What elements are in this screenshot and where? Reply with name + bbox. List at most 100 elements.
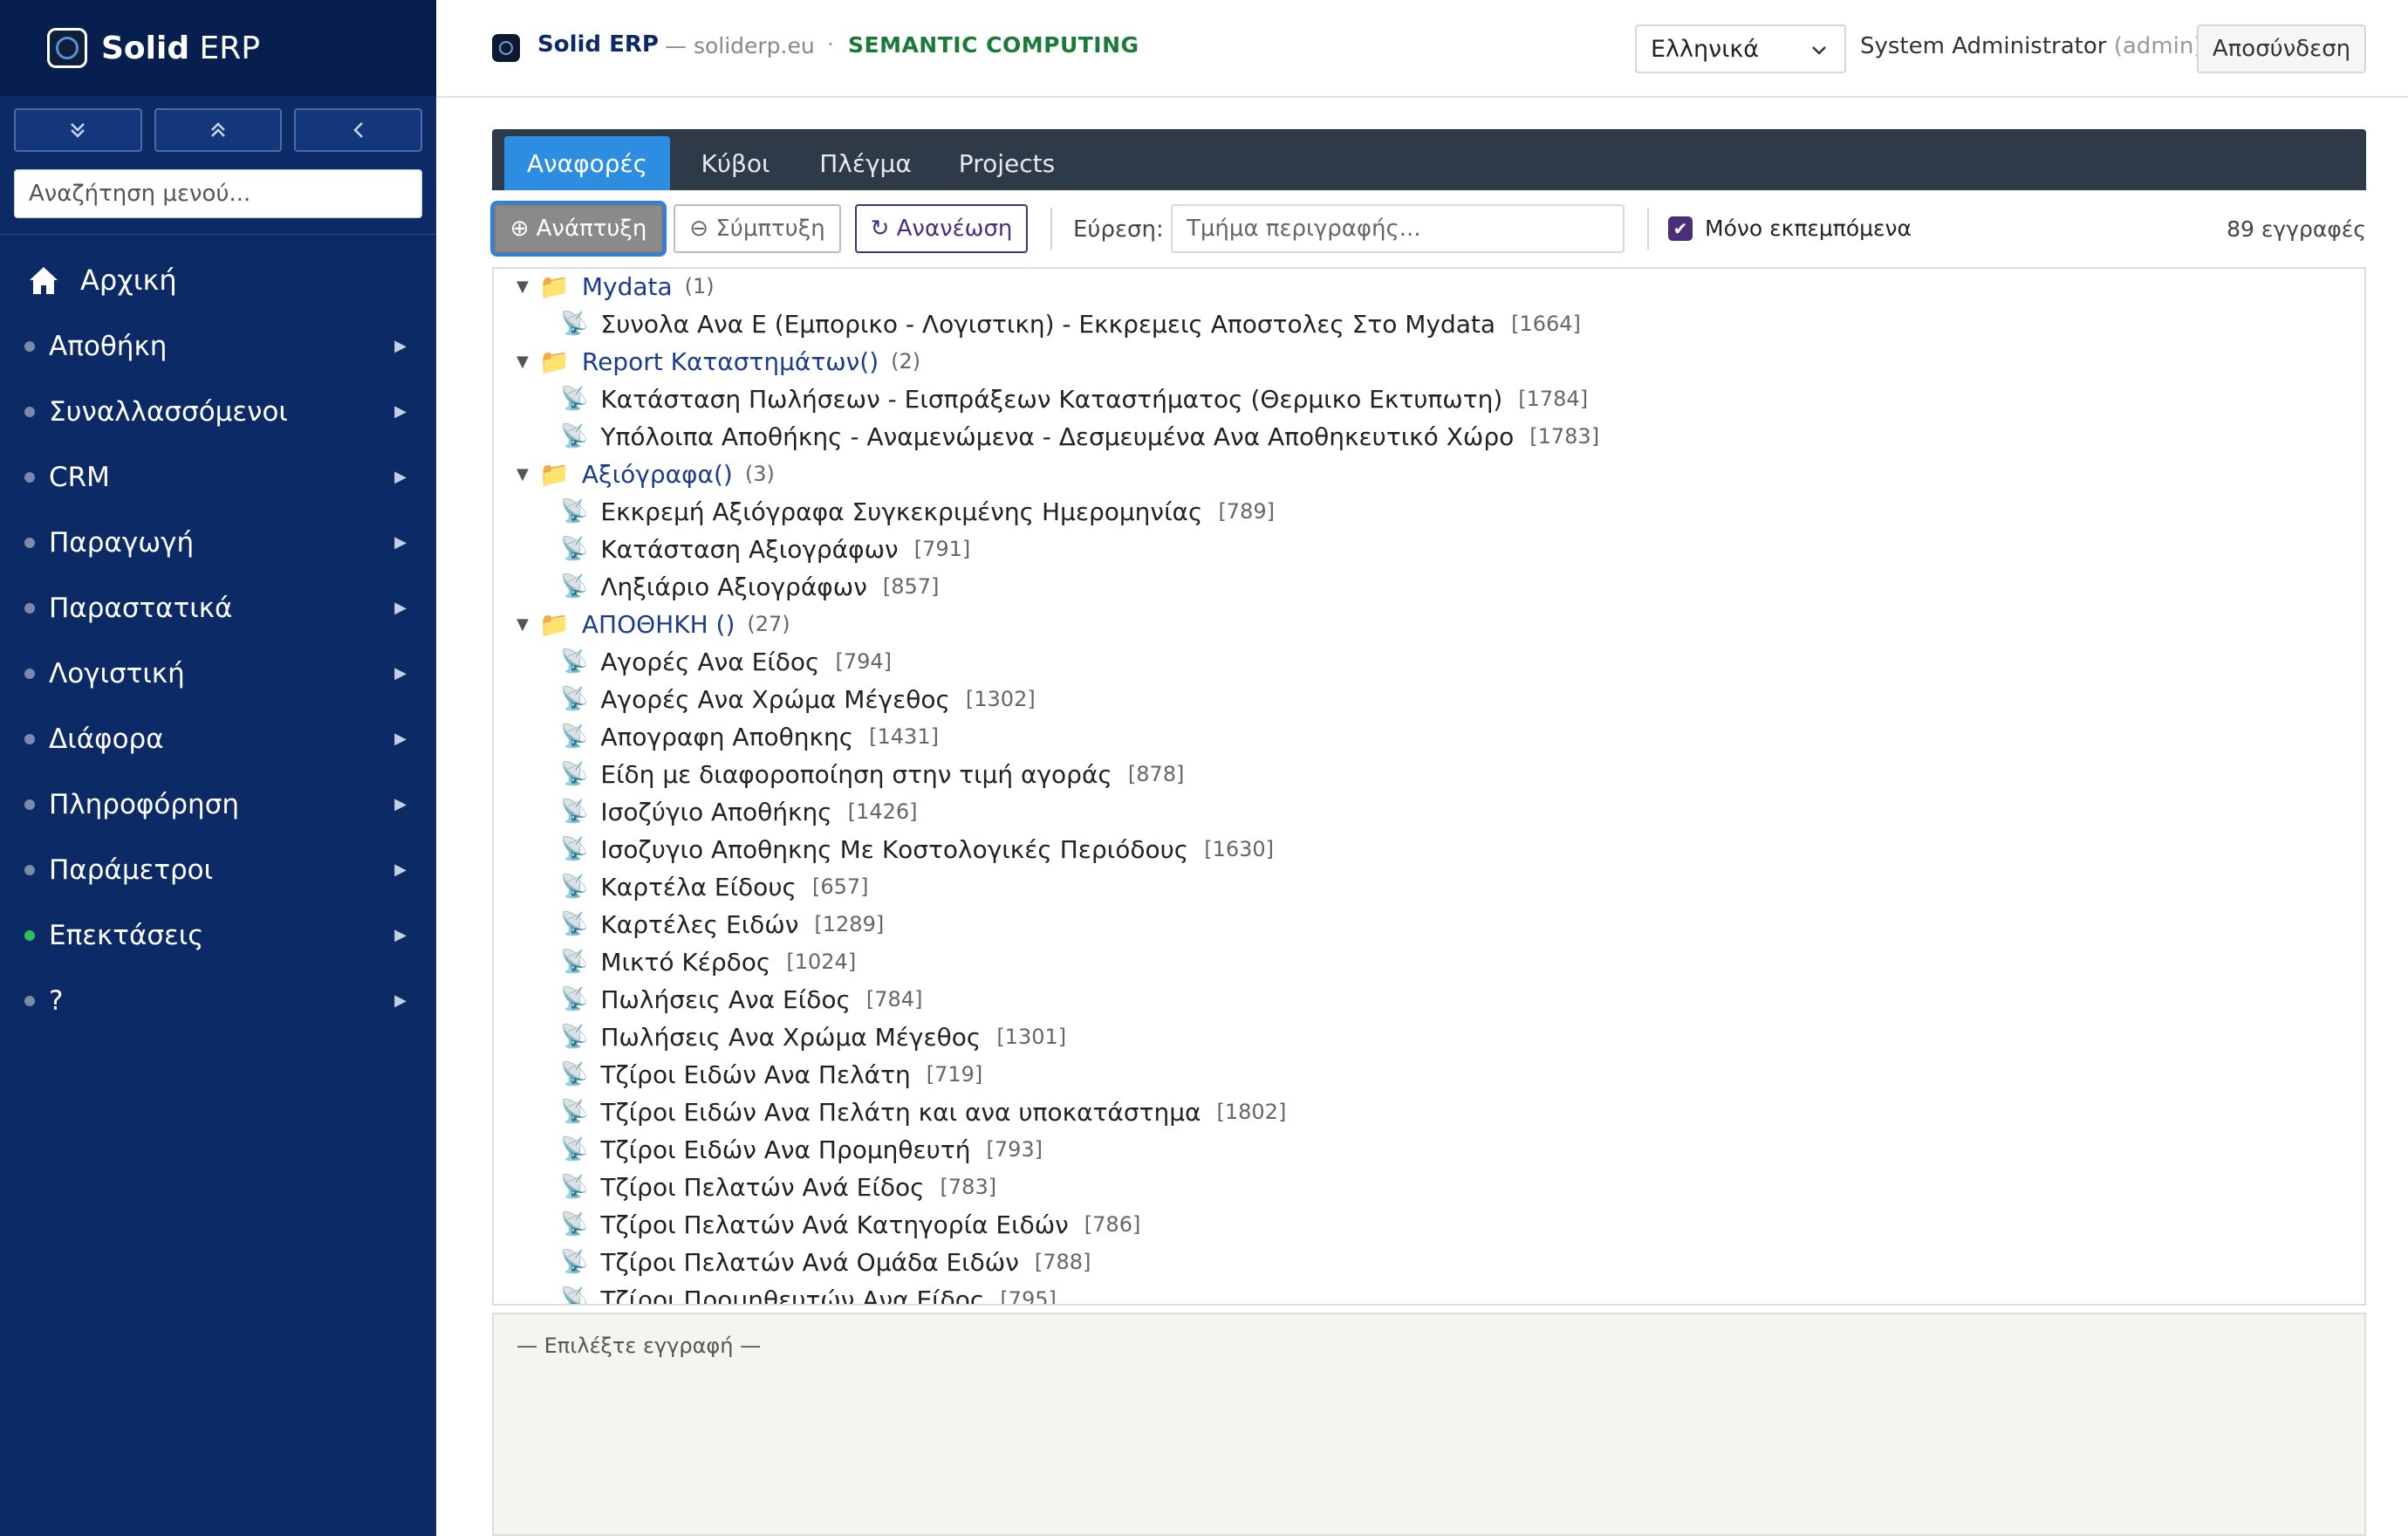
report-name: Τζίροι Ειδών Ανα Προμηθευτή bbox=[600, 1135, 971, 1164]
satellite-antenna-icon: 📡 bbox=[560, 986, 589, 1012]
find-input[interactable] bbox=[1171, 204, 1625, 253]
tree-leaf[interactable]: 📡 Αγορές Ανα Χρώμα Μέγεθος [1302] bbox=[560, 681, 1036, 717]
submenu-arrow-icon: ▶ bbox=[394, 664, 407, 682]
expand-all-menu-button[interactable] bbox=[14, 108, 142, 152]
tree-leaf[interactable]: 📡 Τζίροι Πελατών Ανά Κατηγορία Ειδών [786] bbox=[560, 1206, 1140, 1243]
sidebar-item[interactable]: Παραγωγή ▶ bbox=[0, 510, 436, 575]
tree-leaf[interactable]: 📡 Τζίροι Ειδών Ανα Πελάτη [719] bbox=[560, 1056, 982, 1093]
caret-down-icon[interactable]: ▼ bbox=[516, 353, 539, 371]
sidebar-item[interactable]: Επεκτάσεις ▶ bbox=[0, 902, 436, 968]
logout-button[interactable]: Αποσύνδεση bbox=[2197, 24, 2366, 73]
sidebar-item[interactable]: Πληροφόρηση ▶ bbox=[0, 771, 436, 837]
report-id: [1783] bbox=[1529, 424, 1600, 449]
report-name: Υπόλοιπα Αποθήκης - Αναμενώμενα - Δεσμευ… bbox=[600, 422, 1515, 451]
tree-leaf[interactable]: 📡 Μικτό Κέρδος [1024] bbox=[560, 943, 856, 980]
tree-folder[interactable]: ▼ 📁 Αξιόγραφα() (3) bbox=[516, 456, 775, 492]
tree-folder[interactable]: ▼ 📁 Report Καταστημάτων() (2) bbox=[516, 343, 920, 380]
sidebar-item[interactable]: Αποθήκη ▶ bbox=[0, 313, 436, 379]
folder-icon: 📁 bbox=[539, 346, 570, 376]
sidebar-item[interactable]: Παραστατικά ▶ bbox=[0, 575, 436, 641]
tree-leaf[interactable]: 📡 Καρτέλες Ειδών [1289] bbox=[560, 906, 884, 943]
reports-tree[interactable]: ▼ 📁 Mydata (1) 📡 Συνολα Ανα Ε (Εμπορικο - Λογ… bbox=[492, 267, 2366, 1306]
tree-leaf[interactable]: 📡 Ισοζυγιο Αποθηκης Με Κοστολογικές Περιό… bbox=[560, 831, 1274, 867]
satellite-antenna-icon: 📡 bbox=[560, 648, 589, 675]
only-broadcast-label[interactable]: Μόνο εκπεμπόμενα bbox=[1705, 216, 1912, 241]
only-broadcast-checkbox[interactable]: ✔ bbox=[1668, 216, 1693, 241]
collapse-all-menu-button[interactable] bbox=[154, 108, 283, 152]
menu-search-input[interactable] bbox=[14, 169, 422, 218]
sidebar-nav: Αποθήκη ▶ Συναλλασσόμενοι ▶ CRM ▶ Παραγωγή ▶ Παρ… bbox=[0, 313, 436, 1033]
toolbar-divider bbox=[1050, 208, 1052, 250]
sidebar-item-label: Παραγωγή bbox=[49, 526, 195, 559]
satellite-antenna-icon: 📡 bbox=[560, 949, 589, 975]
language-select[interactable]: Ελληνικά bbox=[1635, 24, 1846, 73]
home-icon bbox=[30, 267, 58, 294]
header-app-name[interactable]: Solid ERP bbox=[537, 31, 659, 58]
tree-leaf[interactable]: 📡 Τζίροι Ειδών Ανα Πελάτη και ανα υποκατά… bbox=[560, 1094, 1286, 1130]
tab-grid[interactable]: Πλέγμα bbox=[797, 136, 934, 190]
header-domain: — soliderp.eu bbox=[665, 33, 815, 58]
expand-button[interactable]: ⊕ Ανάπτυξη bbox=[494, 204, 663, 253]
tree-leaf[interactable]: 📡 Τζίροι Πελατών Ανά Ομάδα Ειδών [788] bbox=[560, 1244, 1091, 1280]
brand[interactable]: Solid ERP bbox=[0, 0, 436, 96]
tree-leaf[interactable]: 📡 Πωλήσεις Ανα Χρώμα Μέγεθος [1301] bbox=[560, 1018, 1066, 1055]
top-header: Solid ERP — soliderp.eu · SEMANTIC COMPU… bbox=[436, 0, 2408, 98]
report-name: Τζίροι Προμηθευτών Ανα Είδος bbox=[600, 1285, 985, 1306]
folder-name: ΑΠΟΘΗΚΗ () bbox=[581, 609, 735, 639]
sidebar-item[interactable]: Συναλλασσόμενοι ▶ bbox=[0, 379, 436, 444]
hide-sidebar-button[interactable] bbox=[294, 108, 423, 152]
report-id: [791] bbox=[913, 537, 971, 561]
submenu-arrow-icon: ▶ bbox=[394, 599, 407, 617]
tree-leaf[interactable]: 📡 Εκκρεμή Αξιόγραφα Συγκεκριμένης Ημερομη… bbox=[560, 493, 1275, 530]
report-id: [1630] bbox=[1204, 837, 1275, 861]
sidebar-item[interactable]: CRM ▶ bbox=[0, 444, 436, 510]
report-name: Τζίροι Ειδών Ανα Πελάτη bbox=[600, 1059, 911, 1089]
tree-leaf[interactable]: 📡 Απογραφη Αποθηκης [1431] bbox=[560, 718, 939, 755]
sidebar-item-label: Επεκτάσεις bbox=[49, 919, 204, 951]
tree-leaf[interactable]: 📡 Ληξιάριο Αξιογράφων [857] bbox=[560, 568, 939, 605]
tree-leaf[interactable]: 📡 Πωλήσεις Ανα Είδος [784] bbox=[560, 981, 922, 1018]
report-id: [784] bbox=[865, 987, 923, 1011]
report-id: [786] bbox=[1084, 1212, 1141, 1237]
report-id: [1664] bbox=[1511, 312, 1581, 336]
caret-down-icon[interactable]: ▼ bbox=[516, 465, 539, 483]
refresh-button[interactable]: ↻ Ανανέωση bbox=[855, 204, 1028, 253]
satellite-antenna-icon: 📡 bbox=[560, 761, 589, 787]
tab-projects[interactable]: Projects bbox=[937, 136, 1077, 190]
caret-down-icon[interactable]: ▼ bbox=[516, 615, 539, 634]
caret-down-icon[interactable]: ▼ bbox=[516, 278, 539, 296]
sidebar-item[interactable]: ? ▶ bbox=[0, 968, 436, 1033]
report-name: Τζίροι Πελατών Ανά Ομάδα Ειδών bbox=[600, 1247, 1019, 1277]
report-id: [1426] bbox=[847, 799, 918, 824]
collapse-button[interactable]: ⊖ Σύμπτυξη bbox=[674, 204, 841, 253]
tree-leaf[interactable]: 📡 Αγορές Ανα Είδος [794] bbox=[560, 643, 892, 680]
tree-leaf[interactable]: 📡 Συνολα Ανα Ε (Εμπορικο - Λογιστικη) - Ε… bbox=[560, 305, 1581, 342]
tree-folder[interactable]: ▼ 📁 ΑΠΟΘΗΚΗ () (27) bbox=[516, 606, 790, 642]
bullet-dot-icon bbox=[24, 471, 35, 483]
tree-folder[interactable]: ▼ 📁 Mydata (1) bbox=[516, 269, 715, 305]
tree-leaf[interactable]: 📡 Τζίροι Ειδών Ανα Προμηθευτή [793] bbox=[560, 1131, 1043, 1168]
sidebar-item-home[interactable]: Αρχική bbox=[0, 247, 436, 313]
toolbar-divider bbox=[1647, 208, 1649, 250]
report-id: [1301] bbox=[996, 1025, 1067, 1049]
tab-cubes[interactable]: Κύβοι bbox=[677, 136, 794, 190]
sidebar-item[interactable]: Διάφορα ▶ bbox=[0, 706, 436, 771]
report-name: Αγορές Ανα Χρώμα Μέγεθος bbox=[600, 684, 950, 714]
tree-leaf[interactable]: 📡 Υπόλοιπα Αποθήκης - Αναμενώμενα - Δεσμε… bbox=[560, 418, 1599, 455]
tree-leaf[interactable]: 📡 Κατάσταση Αξιογράφων [791] bbox=[560, 531, 970, 567]
report-id: [1802] bbox=[1216, 1100, 1287, 1124]
sidebar-item[interactable]: Παράμετροι ▶ bbox=[0, 837, 436, 902]
sidebar-item-label: Διάφορα bbox=[49, 723, 164, 755]
satellite-antenna-icon: 📡 bbox=[560, 573, 589, 600]
tree-leaf[interactable]: 📡 Τζίροι Πελατών Ανά Είδος [783] bbox=[560, 1169, 996, 1205]
double-chevron-down-icon bbox=[71, 123, 86, 138]
tree-leaf[interactable]: 📡 Καρτέλα Είδους [657] bbox=[560, 868, 869, 905]
tree-leaf[interactable]: 📡 Είδη με διαφοροποίηση στην τιμή αγοράς [… bbox=[560, 756, 1184, 792]
tree-leaf[interactable]: 📡 Ισοζύγιο Αποθήκης [1426] bbox=[560, 793, 918, 830]
tab-reports[interactable]: Αναφορές bbox=[504, 136, 670, 190]
current-user: System Administrator (admin) bbox=[1860, 33, 2203, 59]
tree-leaf[interactable]: 📡 Τζίροι Προμηθευτών Ανα Είδος [795] bbox=[560, 1281, 1057, 1306]
sidebar-item[interactable]: Λογιστική ▶ bbox=[0, 641, 436, 706]
tree-leaf[interactable]: 📡 Κατάσταση Πωλήσεων - Εισπράξεων Καταστή… bbox=[560, 381, 1588, 417]
submenu-arrow-icon: ▶ bbox=[394, 533, 407, 552]
